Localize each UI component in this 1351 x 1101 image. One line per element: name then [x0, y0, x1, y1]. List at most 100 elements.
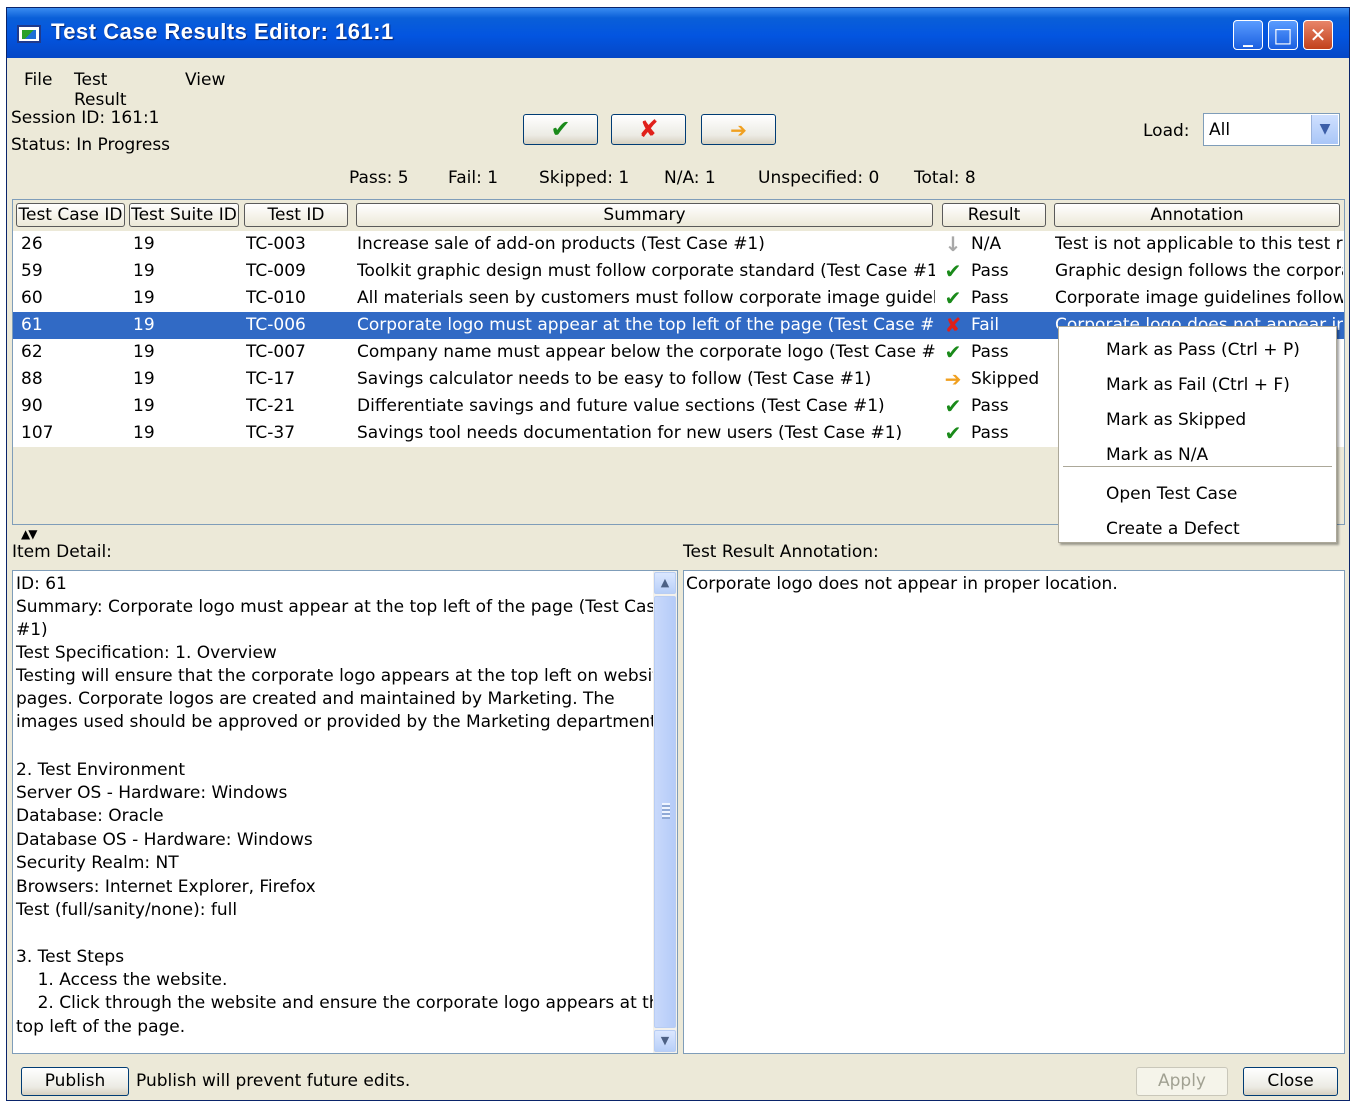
cell-result: Pass — [971, 396, 1009, 416]
count-na: N/A: 1 — [664, 168, 716, 188]
cell-result: N/A — [971, 234, 1002, 254]
cell-test-case-id: 61 — [21, 315, 43, 335]
cell-test-id: TC-17 — [246, 369, 296, 389]
detail-line: 1. Access the website. — [16, 970, 228, 990]
cell-summary: Differentiate savings and future value s… — [357, 396, 885, 416]
table-row[interactable]: 26 19 TC-003 Increase sale of add-on pro… — [13, 231, 1344, 258]
cell-result: Pass — [971, 342, 1009, 362]
scroll-thumb[interactable] — [654, 596, 676, 1028]
menu-item-mark-na[interactable]: Mark as N/A — [1106, 445, 1208, 465]
cell-test-case-id: 62 — [21, 342, 43, 362]
table-row[interactable]: 59 19 TC-009 Toolkit graphic design must… — [13, 258, 1344, 285]
context-menu: Mark as Pass (Ctrl + P) Mark as Fail (Ct… — [1058, 326, 1337, 543]
detail-line: Security Realm: NT — [16, 853, 179, 873]
close-icon: ✕ — [1309, 23, 1327, 47]
chevron-down-icon: ▼ — [660, 1034, 670, 1047]
detail-scrollbar[interactable]: ▲ ▼ — [653, 571, 677, 1053]
scroll-up-button[interactable]: ▲ — [654, 572, 676, 594]
cell-result: Pass — [971, 261, 1009, 281]
cell-test-id: TC-003 — [246, 234, 306, 254]
cell-summary: Corporate logo must appear at the top le… — [357, 315, 935, 335]
cell-test-case-id: 26 — [21, 234, 43, 254]
menu-item-mark-fail[interactable]: Mark as Fail (Ctrl + F) — [1106, 375, 1290, 395]
mark-pass-button[interactable]: ✔ — [523, 114, 598, 145]
check-icon: ✔ — [944, 340, 962, 364]
annotation-label: Test Result Annotation: — [683, 542, 879, 562]
item-detail-label: Item Detail: — [12, 542, 112, 562]
cell-test-case-id: 60 — [21, 288, 43, 308]
session-status: Status: In Progress — [11, 135, 171, 155]
x-icon: ✘ — [638, 115, 659, 143]
load-filter-select[interactable]: All ▼ — [1203, 113, 1340, 146]
check-icon: ✔ — [550, 115, 571, 143]
minimize-button[interactable]: _ — [1233, 20, 1263, 50]
count-unspecified: Unspecified: 0 — [758, 168, 880, 188]
count-skipped: Skipped: 1 — [539, 168, 630, 188]
column-header-test-id[interactable]: Test ID — [244, 203, 348, 227]
check-icon: ✔ — [944, 286, 962, 310]
detail-line: Database OS - Hardware: Windows — [16, 830, 313, 850]
detail-line: Database: Oracle — [16, 806, 164, 826]
arrow-right-icon: ➔ — [730, 118, 747, 142]
close-window-button[interactable]: ✕ — [1303, 20, 1333, 50]
column-header-annotation[interactable]: Annotation — [1054, 203, 1340, 227]
cell-summary: Savings calculator needs to be easy to f… — [357, 369, 872, 389]
column-header-summary[interactable]: Summary — [356, 203, 933, 227]
menu-file[interactable]: File — [24, 70, 52, 90]
split-pane-divider[interactable]: ▲▼ — [21, 527, 38, 541]
cell-test-id: TC-010 — [246, 288, 306, 308]
detail-line: 3. Test Steps — [16, 947, 125, 967]
session-id: Session ID: 161:1 — [11, 108, 160, 128]
table-row[interactable]: 60 19 TC-010 All materials seen by custo… — [13, 285, 1344, 312]
annotation-text: Corporate logo does not appear in proper… — [686, 574, 1118, 594]
menu-item-open-test-case[interactable]: Open Test Case — [1106, 484, 1237, 504]
cell-annotation: Graphic design follows the corporate sta… — [1055, 261, 1343, 281]
menu-separator — [1063, 466, 1332, 467]
annotation-textarea[interactable]: Corporate logo does not appear in proper… — [683, 570, 1345, 1054]
scroll-down-button[interactable]: ▼ — [654, 1030, 676, 1052]
check-icon: ✔ — [944, 421, 962, 445]
menu-test-result[interactable]: Test Result — [74, 70, 127, 110]
cell-result: Fail — [971, 315, 1000, 335]
detail-line: pages. Corporate logos are created and m… — [16, 689, 615, 709]
load-filter-value: All — [1209, 120, 1231, 140]
item-detail-text[interactable]: ID: 61 Summary: Corporate logo must appe… — [12, 570, 678, 1054]
window-title: Test Case Results Editor: 161:1 — [51, 19, 394, 44]
cell-test-suite-id: 19 — [133, 396, 155, 416]
detail-line: #1) — [16, 620, 48, 640]
cell-result: Pass — [971, 288, 1009, 308]
menu-item-mark-skipped[interactable]: Mark as Skipped — [1106, 410, 1246, 430]
column-header-test-case-id[interactable]: Test Case ID — [16, 203, 125, 227]
close-button[interactable]: Close — [1243, 1067, 1338, 1096]
cell-test-suite-id: 19 — [133, 234, 155, 254]
mark-skipped-button[interactable]: ➔ — [701, 114, 776, 145]
cell-test-id: TC-006 — [246, 315, 306, 335]
arrow-down-icon[interactable]: ▼ — [28, 527, 37, 541]
cell-annotation: Corporate image guidelines followed — [1055, 288, 1343, 308]
menu-item-mark-pass[interactable]: Mark as Pass (Ctrl + P) — [1106, 340, 1300, 360]
grip-icon — [662, 803, 670, 819]
results-editor-window: Test Case Results Editor: 161:1 _ □ ✕ Fi… — [6, 7, 1350, 1101]
detail-line: Summary: Corporate logo must appear at t… — [16, 597, 666, 617]
cell-test-id: TC-007 — [246, 342, 306, 362]
arrow-down-icon: ↓ — [944, 232, 962, 256]
chevron-down-icon[interactable]: ▼ — [1311, 115, 1338, 144]
check-icon: ✔ — [944, 394, 962, 418]
column-header-test-suite-id[interactable]: Test Suite ID — [129, 203, 239, 227]
count-pass: Pass: 5 — [349, 168, 409, 188]
detail-line: Testing will ensure that the corporate l… — [16, 666, 670, 686]
cell-test-suite-id: 19 — [133, 315, 155, 335]
menu-item-create-defect[interactable]: Create a Defect — [1106, 519, 1240, 539]
column-header-result[interactable]: Result — [942, 203, 1046, 227]
publish-note: Publish will prevent future edits. — [136, 1071, 411, 1091]
maximize-icon: □ — [1273, 23, 1293, 47]
cell-summary: Increase sale of add-on products (Test C… — [357, 234, 765, 254]
publish-button[interactable]: Publish — [21, 1067, 129, 1096]
count-fail: Fail: 1 — [448, 168, 499, 188]
apply-button[interactable]: Apply — [1136, 1067, 1228, 1096]
title-bar[interactable]: Test Case Results Editor: 161:1 _ □ ✕ — [7, 8, 1349, 58]
maximize-button[interactable]: □ — [1268, 20, 1298, 50]
mark-fail-button[interactable]: ✘ — [611, 114, 686, 145]
menu-view[interactable]: View — [185, 70, 225, 90]
detail-line: Server OS - Hardware: Windows — [16, 783, 288, 803]
